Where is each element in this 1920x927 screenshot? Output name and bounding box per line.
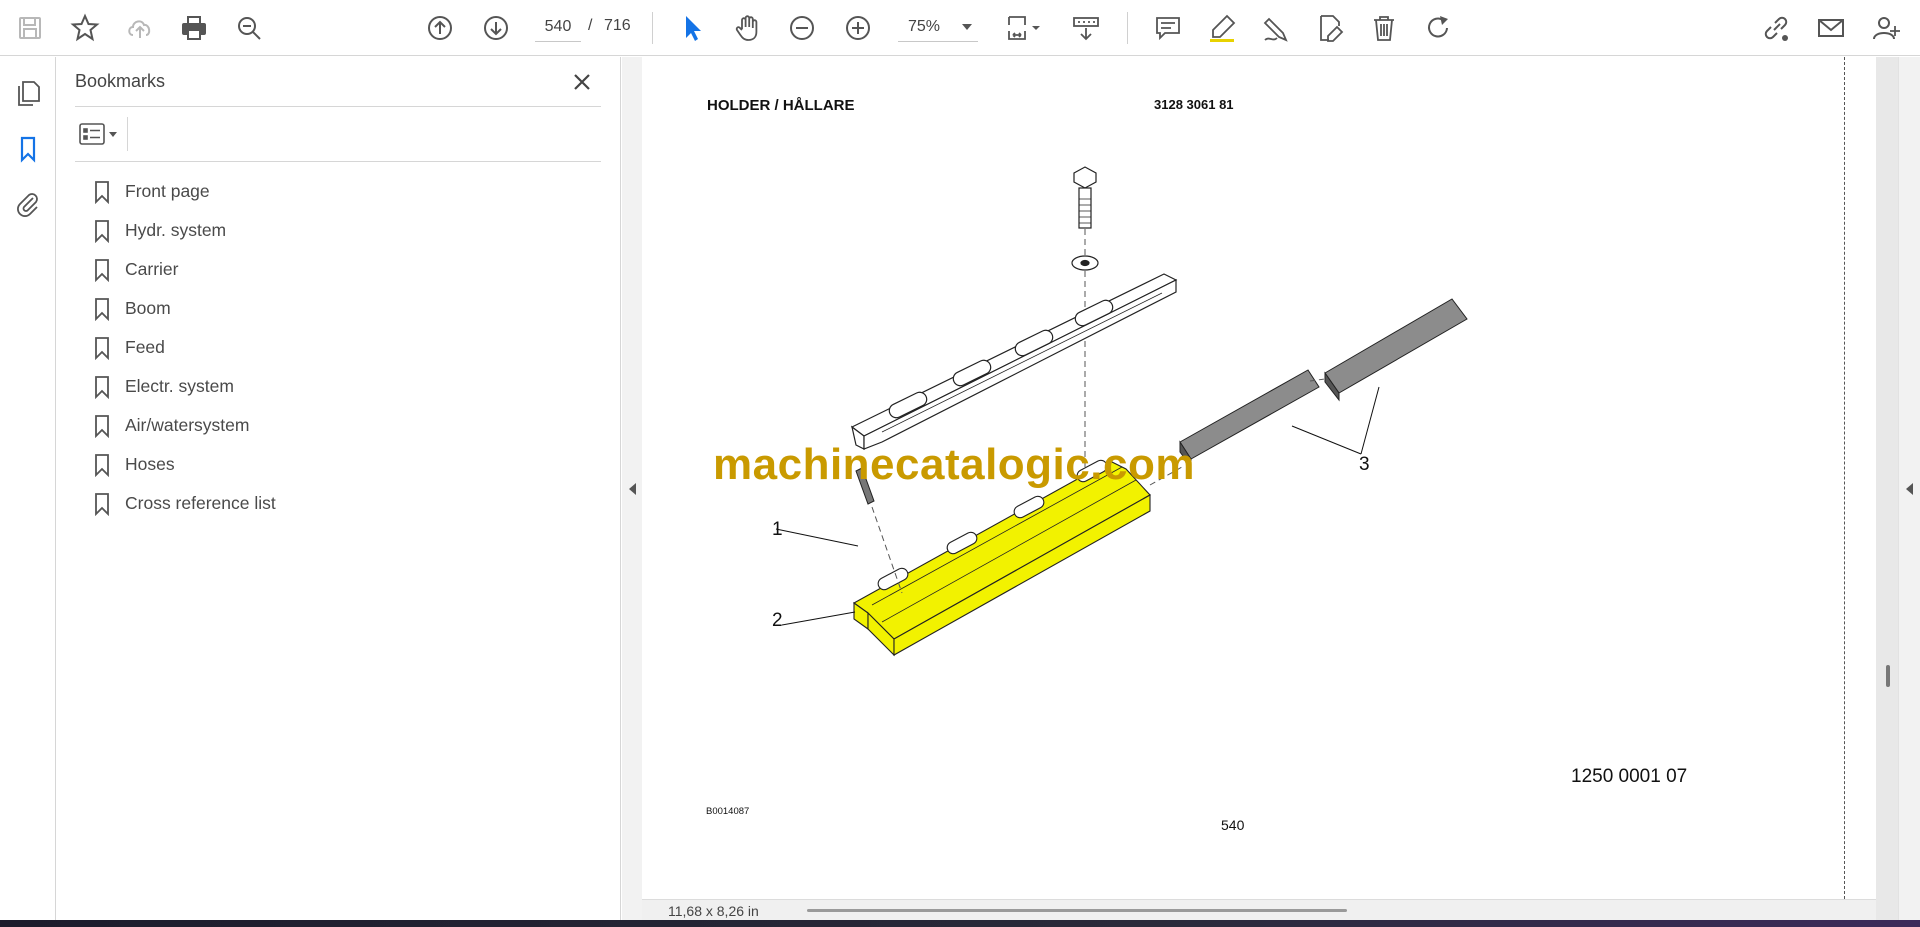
collapse-left-panel-button[interactable] [622,57,642,920]
star-icon[interactable] [65,8,105,48]
page-number-input[interactable] [535,12,581,42]
bookmark-item[interactable]: Front page [93,172,593,211]
fit-page-icon[interactable] [1000,8,1050,48]
bookmarks-icon[interactable] [8,129,48,169]
cursor-icon[interactable] [672,8,712,48]
bookmark-label: Carrier [125,259,179,279]
scroll-mode-icon[interactable] [1066,8,1106,48]
bookmark-item[interactable]: Electr. system [93,367,593,406]
bookmark-icon [95,453,109,477]
taskbar-edge [0,920,1920,927]
divider [75,106,601,107]
bookmark-icon [95,336,109,360]
left-tool-rail [0,57,56,920]
callout-label: 1 [772,519,783,540]
bookmark-icon [95,219,109,243]
bookmark-label: Front page [125,181,210,201]
bookmark-label: Air/watersystem [125,415,250,435]
bookmark-icon [95,492,109,516]
bookmark-item[interactable]: Hydr. system [93,211,593,250]
toolbar-divider [652,12,653,44]
bookmark-icon [95,414,109,438]
bookmark-label: Hoses [125,454,175,474]
bookmark-options-button[interactable] [75,117,125,151]
drawing-code: B0014087 [706,806,750,817]
divider [127,117,128,151]
page-total: 716 [604,17,631,34]
email-icon[interactable] [1811,8,1851,48]
draw-icon[interactable] [1256,8,1296,48]
attachments-icon[interactable] [8,183,48,223]
bookmark-label: Boom [125,298,171,318]
highlight-icon[interactable] [1202,8,1242,48]
bookmark-icon [95,375,109,399]
bookmark-item[interactable]: Cross reference list [93,484,593,523]
account-icon[interactable] [1866,8,1906,48]
chevron-down-icon [109,131,117,137]
document-viewport[interactable]: HOLDER / HÅLLARE 3128 3061 81 1 2 3 mach… [642,57,1898,920]
toolbar-divider [1127,12,1128,44]
vertical-scrollbar[interactable] [1886,665,1890,687]
print-icon[interactable] [174,8,214,48]
watermark-text: machinecatalogic.com [713,440,1195,489]
callout-label: 2 [772,610,783,631]
comment-icon[interactable] [1148,8,1188,48]
close-icon[interactable] [567,67,597,97]
fill-sign-icon[interactable] [1310,8,1350,48]
chevron-left-icon [628,482,636,495]
bookmark-label: Cross reference list [125,493,276,513]
wear-strip-part [1179,298,1468,469]
divider [75,161,601,162]
zoom-search-icon[interactable] [229,8,269,48]
pdf-page: HOLDER / HÅLLARE 3128 3061 81 1 2 3 mach… [642,57,1876,899]
reference-number: 1250 0001 07 [1571,766,1688,787]
bookmark-icon [95,297,109,321]
delete-icon[interactable] [1364,8,1404,48]
bookmark-icon [95,258,109,282]
horizontal-scrollbar[interactable] [807,909,1347,912]
expand-right-panel-button[interactable] [1898,57,1920,920]
bookmark-label: Electr. system [125,376,234,396]
bookmark-item[interactable]: Air/watersystem [93,406,593,445]
rotate-icon[interactable] [1418,8,1458,48]
page-down-icon[interactable] [476,8,516,48]
share-link-icon[interactable] [1756,8,1796,48]
cloud-upload-icon[interactable] [120,8,160,48]
page-up-icon[interactable] [420,8,460,48]
bookmark-icon [95,180,109,204]
chevron-left-icon [1906,482,1913,495]
page-footer-number: 540 [1221,817,1245,833]
save-icon[interactable] [10,8,50,48]
bookmark-item[interactable]: Hoses [93,445,593,484]
list-options-icon [79,123,105,145]
panel-title: Bookmarks [75,71,166,91]
bookmark-item[interactable]: Boom [93,289,593,328]
hand-icon[interactable] [728,8,768,48]
bookmarks-panel: Bookmarks Front page Hydr. system Carrie… [57,57,621,920]
zoom-level-select[interactable]: 75% [898,12,978,42]
chevron-down-icon [962,23,972,30]
page-thumbnails-icon[interactable] [8,73,48,113]
zoom-in-icon[interactable] [838,8,878,48]
zoom-level-value: 75% [908,17,941,35]
bookmark-list: Front page Hydr. system Carrier Boom Fee… [93,172,593,523]
bookmark-item[interactable]: Feed [93,328,593,367]
bookmark-label: Hydr. system [125,220,227,240]
zoom-out-icon[interactable] [782,8,822,48]
page-dimensions: 11,68 x 8,26 in [668,903,759,919]
bookmark-label: Feed [125,337,165,357]
status-bar: 11,68 x 8,26 in [642,899,1876,920]
main-toolbar: / 716 75% [0,0,1920,56]
bookmark-item[interactable]: Carrier [93,250,593,289]
upper-holder-part [850,273,1178,450]
page-separator: / [588,17,593,34]
callout-label: 3 [1359,454,1370,475]
